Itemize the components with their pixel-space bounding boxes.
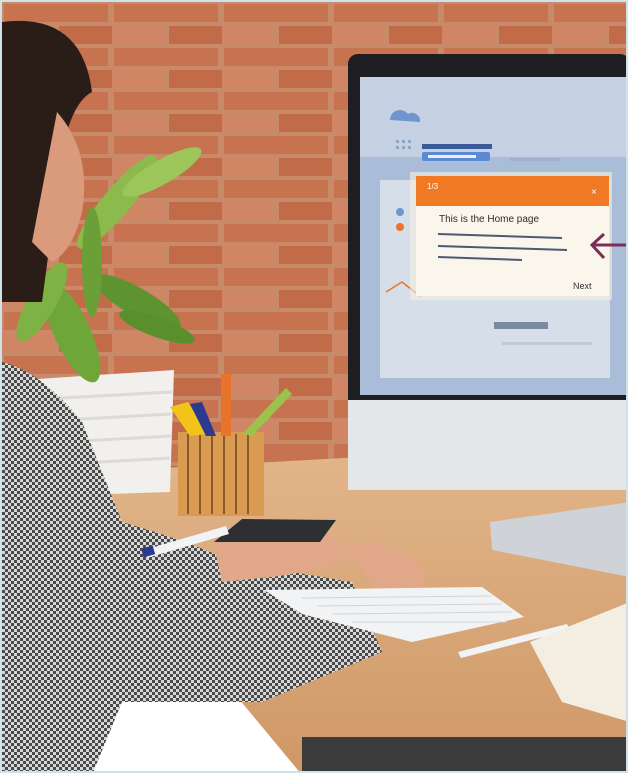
photo-scene: 1/3 × This is the Home page Next — [0, 0, 628, 773]
pencil-holder — [178, 432, 264, 516]
tour-popup-header — [416, 176, 609, 206]
tour-step-counter: 1/3 — [427, 182, 439, 191]
monitor-chin — [348, 400, 626, 490]
desk-edge — [302, 737, 626, 771]
next-button[interactable]: Next — [573, 281, 592, 291]
scene-illustration — [2, 2, 626, 771]
tour-popup-title: This is the Home page — [439, 214, 540, 225]
close-icon[interactable]: × — [591, 187, 597, 198]
